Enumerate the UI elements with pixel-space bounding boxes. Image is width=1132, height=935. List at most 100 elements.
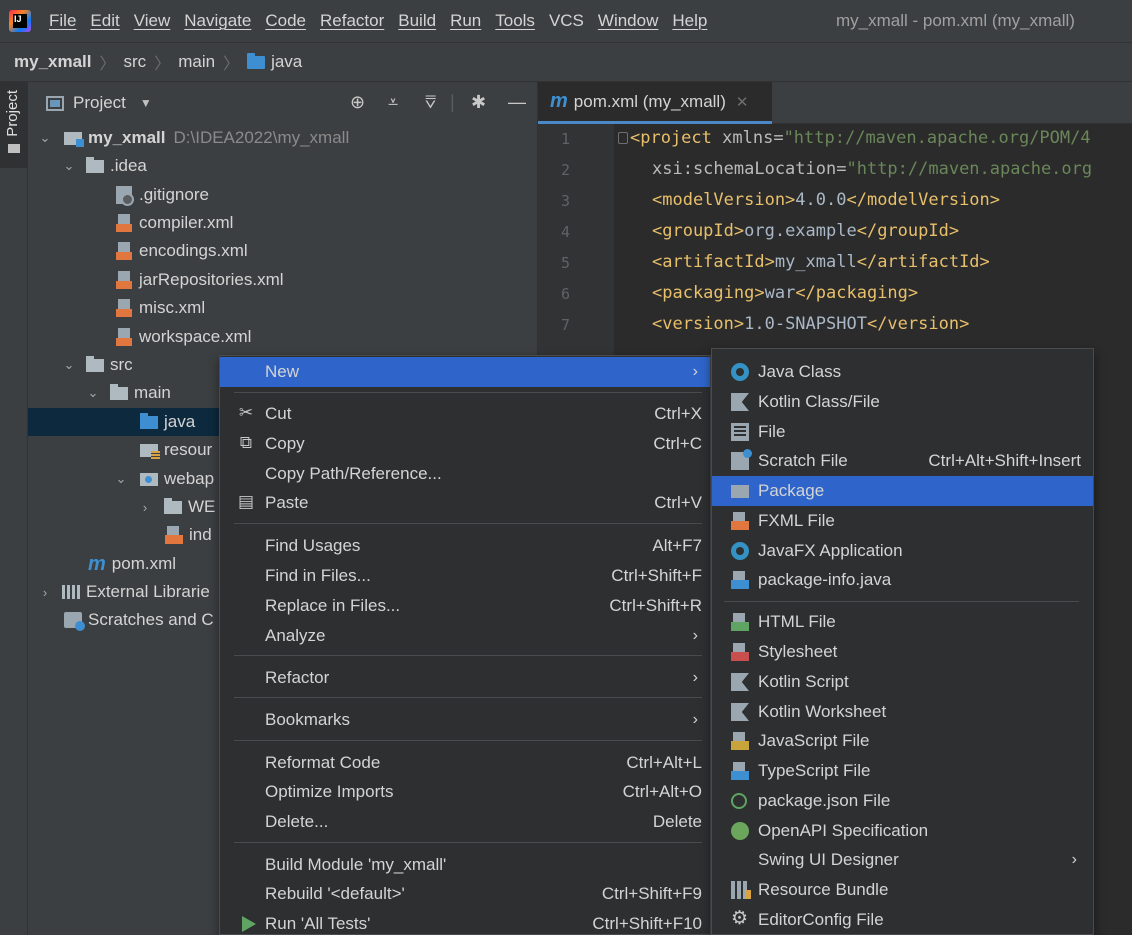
tree-item-jarrepositories-xml[interactable]: jarRepositories.xml (28, 266, 538, 294)
tree-item-workspace-xml[interactable]: workspace.xml (28, 323, 538, 351)
menu-item-find-usages[interactable]: Find Usages Alt+F7 (220, 531, 710, 561)
project-panel-title[interactable]: Project (73, 93, 126, 113)
menu-code[interactable]: Code (265, 11, 306, 31)
menu-item-rebuild[interactable]: Rebuild '<default>' Ctrl+Shift+F9 (220, 879, 710, 909)
breadcrumb-java[interactable]: java (271, 52, 302, 72)
menu-item-new[interactable]: New › (220, 357, 710, 387)
menu-view[interactable]: View (134, 11, 171, 31)
new-resource-bundle[interactable]: Resource Bundle (712, 875, 1093, 905)
tree-item-my-xmall[interactable]: ⌄ my_xmall D:\IDEA2022\my_xmall (28, 124, 538, 152)
tree-item-label: misc.xml (139, 298, 206, 317)
menu-item-paste[interactable]: ▤ Paste Ctrl+V (220, 488, 710, 518)
new-fxml-file[interactable]: FXML File (712, 506, 1093, 536)
tab-pom-xml[interactable]: m pom.xml (my_xmall) ✕ (538, 82, 772, 124)
chevron-down-icon[interactable]: ⌄ (62, 357, 76, 373)
new-kotlin-worksheet[interactable]: Kotlin Worksheet (712, 697, 1093, 727)
tree-item-misc-xml[interactable]: misc.xml (28, 294, 538, 322)
chevron-right-icon[interactable]: › (38, 585, 52, 600)
tree-item-gitignore[interactable]: .gitignore (28, 181, 538, 209)
new-editorconfig-file[interactable]: ⚙ EditorConfig File (712, 905, 1093, 935)
menu-vcs[interactable]: VCS (549, 11, 584, 31)
menu-item-build-module[interactable]: Build Module 'my_xmall' (220, 850, 710, 880)
fold-icon[interactable] (618, 132, 628, 144)
menu-item-bookmarks[interactable]: Bookmarks › (220, 705, 710, 735)
tree-item-compiler-xml[interactable]: compiler.xml (28, 209, 538, 237)
chevron-down-icon[interactable]: ▼ (140, 96, 152, 110)
menu-item-optimize-imports[interactable]: Optimize Imports Ctrl+Alt+O (220, 777, 710, 807)
tree-item-label: .idea (110, 156, 147, 175)
tree-item-encodings-xml[interactable]: encodings.xml (28, 237, 538, 265)
breadcrumb-main[interactable]: main (178, 52, 215, 72)
chevron-down-icon[interactable]: ⌄ (114, 471, 128, 487)
menu-item-label: Run 'All Tests' (265, 914, 371, 933)
code-line: xsi:schemaLocation="http://maven.apache.… (652, 159, 1093, 179)
close-icon[interactable]: ✕ (736, 93, 749, 111)
menu-navigate[interactable]: Navigate (184, 11, 251, 31)
new-javascript-file[interactable]: JavaScript File (712, 726, 1093, 756)
intellij-logo-icon: IJ (9, 10, 31, 32)
breadcrumb-project[interactable]: my_xmall (14, 52, 92, 72)
breadcrumb-src[interactable]: src (124, 52, 147, 72)
scratch-file-icon (731, 449, 752, 470)
context-menu: New › ✂ Cut Ctrl+X ⧉ Copy Ctrl+C Copy Pa… (219, 355, 711, 935)
new-package[interactable]: Package (712, 476, 1093, 506)
menu-item-analyze[interactable]: Analyze › (220, 621, 710, 651)
kotlin-file-icon (731, 393, 749, 411)
new-html-file[interactable]: HTML File (712, 607, 1093, 637)
minimize-icon[interactable]: — (508, 92, 526, 113)
paste-icon: ▤ (237, 492, 255, 511)
menu-item-refactor[interactable]: Refactor › (220, 663, 710, 693)
new-stylesheet[interactable]: Stylesheet (712, 637, 1093, 667)
menu-item-label: Scratch File (758, 451, 848, 470)
project-panel-header: Project ▼ ⊕ ⩡ ⩢ | ✱ — (28, 82, 538, 124)
expand-all-icon[interactable]: ⩡ (388, 92, 398, 113)
line-number: 3 (560, 192, 570, 210)
typescript-file-icon (731, 762, 749, 780)
tree-item-label: WE (188, 497, 216, 516)
menu-item-copy-path[interactable]: Copy Path/Reference... (220, 459, 710, 489)
new-typescript-file[interactable]: TypeScript File (712, 756, 1093, 786)
menu-item-shortcut: Ctrl+X (654, 404, 702, 423)
menu-item-copy[interactable]: ⧉ Copy Ctrl+C (220, 429, 710, 459)
menu-item-run-all-tests[interactable]: Run 'All Tests' Ctrl+Shift+F10 (220, 909, 710, 935)
gear-icon[interactable]: ✱ (471, 92, 486, 113)
menu-window[interactable]: Window (598, 11, 658, 31)
new-package-info[interactable]: package-info.java (712, 565, 1093, 595)
new-kotlin-class[interactable]: Kotlin Class/File (712, 387, 1093, 417)
menu-item-find-in-files[interactable]: Find in Files... Ctrl+Shift+F (220, 561, 710, 591)
openapi-icon (731, 822, 749, 840)
new-java-class[interactable]: Java Class (712, 357, 1093, 387)
chevron-right-icon[interactable]: › (138, 500, 152, 515)
locate-icon[interactable]: ⊕ (350, 92, 365, 113)
tree-item-idea[interactable]: ⌄ .idea (28, 152, 538, 180)
menu-edit[interactable]: Edit (90, 11, 119, 31)
xml-file-icon (116, 328, 132, 346)
menu-item-delete[interactable]: Delete... Delete (220, 807, 710, 837)
menu-run[interactable]: Run (450, 11, 481, 31)
collapse-all-icon[interactable]: ⩢ (425, 92, 436, 113)
menu-item-reformat-code[interactable]: Reformat Code Ctrl+Alt+L (220, 748, 710, 778)
menu-refactor[interactable]: Refactor (320, 11, 384, 31)
new-file[interactable]: File (712, 417, 1093, 447)
chevron-down-icon[interactable]: ⌄ (62, 158, 76, 174)
menu-item-label: Paste (265, 493, 309, 512)
menu-item-cut[interactable]: ✂ Cut Ctrl+X (220, 399, 710, 429)
new-kotlin-script[interactable]: Kotlin Script (712, 667, 1093, 697)
menu-item-label: Build Module 'my_xmall' (265, 855, 447, 874)
new-swing-ui-designer[interactable]: Swing UI Designer › (712, 845, 1093, 875)
menu-tools[interactable]: Tools (495, 11, 535, 31)
chevron-down-icon[interactable]: ⌄ (86, 385, 100, 401)
chevron-right-icon: › (692, 363, 698, 380)
menu-item-replace-in-files[interactable]: Replace in Files... Ctrl+Shift+R (220, 591, 710, 621)
new-openapi-spec[interactable]: OpenAPI Specification (712, 816, 1093, 846)
project-tool-window-tab[interactable]: Project (0, 82, 27, 168)
new-scratch-file[interactable]: Scratch File Ctrl+Alt+Shift+Insert (712, 446, 1093, 476)
menu-help[interactable]: Help (672, 11, 707, 31)
menu-build[interactable]: Build (398, 11, 436, 31)
line-number: 5 (560, 254, 570, 272)
menu-file[interactable]: File (49, 11, 76, 31)
chevron-down-icon[interactable]: ⌄ (38, 130, 52, 146)
menu-item-label: File (758, 422, 786, 441)
new-package-json[interactable]: package.json File (712, 786, 1093, 816)
new-javafx-application[interactable]: JavaFX Application (712, 536, 1093, 566)
